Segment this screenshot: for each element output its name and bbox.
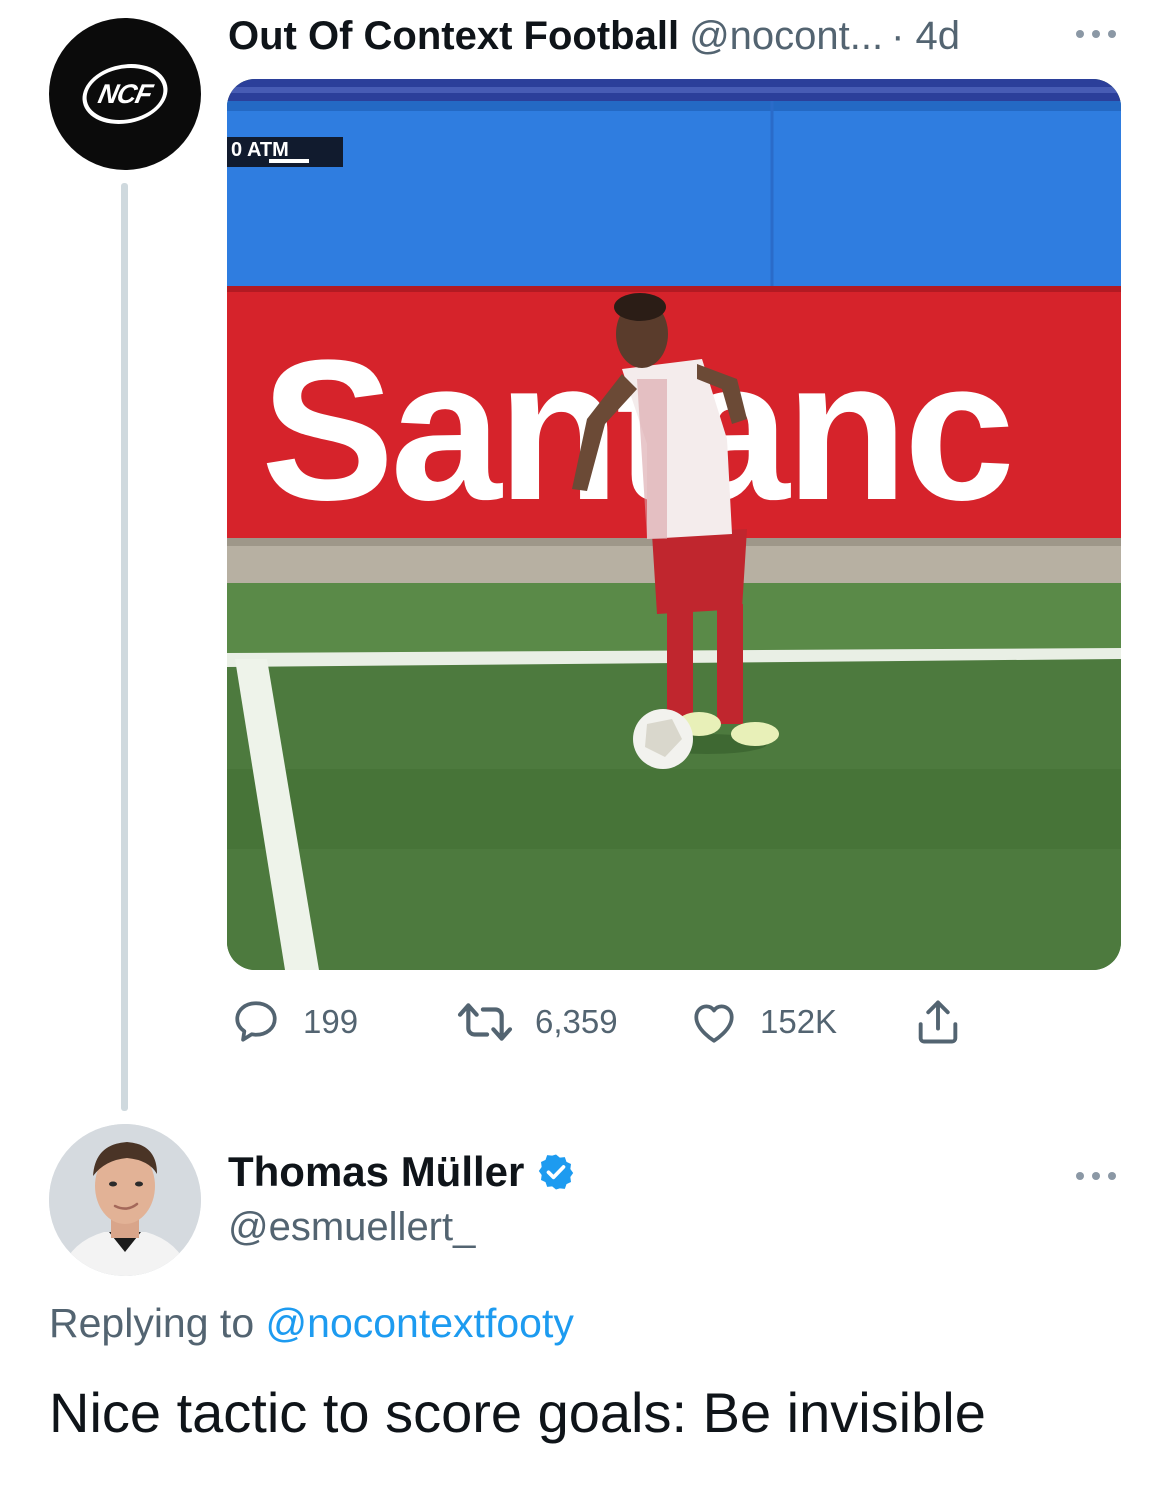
tweet-media-image[interactable]: 0 ATM Santanc <box>227 79 1121 970</box>
reply-count: 199 <box>303 1003 359 1040</box>
more-horizontal-icon[interactable] <box>1072 1164 1120 1188</box>
like-button[interactable]: 152K <box>688 996 837 1048</box>
retweet-icon <box>457 1003 513 1041</box>
football-icon <box>633 709 693 769</box>
replying-to-label: Replying to <box>49 1300 255 1346</box>
avatar-logo-text: NCF <box>95 78 155 109</box>
more-horizontal-icon[interactable] <box>1072 22 1120 46</box>
scoreboard-text: 0 ATM <box>231 139 289 161</box>
like-count: 152K <box>760 1003 838 1040</box>
reply-icon <box>235 1001 277 1042</box>
reply-button[interactable]: 199 <box>229 996 358 1048</box>
user-handle[interactable]: @nocont... <box>689 14 883 59</box>
share-icon <box>918 1000 958 1044</box>
retweet-button[interactable]: 6,359 <box>455 996 618 1048</box>
display-name[interactable]: Thomas Müller <box>228 1148 524 1196</box>
ncf-logo: NCF <box>76 64 174 124</box>
user-handle[interactable]: @esmuellert_ <box>228 1205 475 1250</box>
verified-badge-icon <box>539 1154 574 1190</box>
tweet-header: Out Of Context Football @nocont... · 4d <box>228 14 960 64</box>
avatar[interactable]: NCF <box>49 18 201 170</box>
replying-to: Replying to @nocontextfooty <box>49 1300 574 1347</box>
thread-connector-line <box>121 183 128 1111</box>
avatar[interactable] <box>49 1124 201 1276</box>
reply-header: Thomas Müller <box>228 1148 576 1196</box>
replying-to-mention-link[interactable]: @nocontextfooty <box>266 1300 574 1346</box>
share-button[interactable] <box>910 996 966 1048</box>
display-name[interactable]: Out Of Context Football <box>228 14 679 59</box>
tweet-text: Nice tactic to score goals: Be invisible <box>49 1381 986 1444</box>
tweet-timestamp[interactable]: · 4d <box>891 14 960 59</box>
retweet-count: 6,359 <box>535 1003 618 1040</box>
heart-icon <box>694 1004 734 1043</box>
